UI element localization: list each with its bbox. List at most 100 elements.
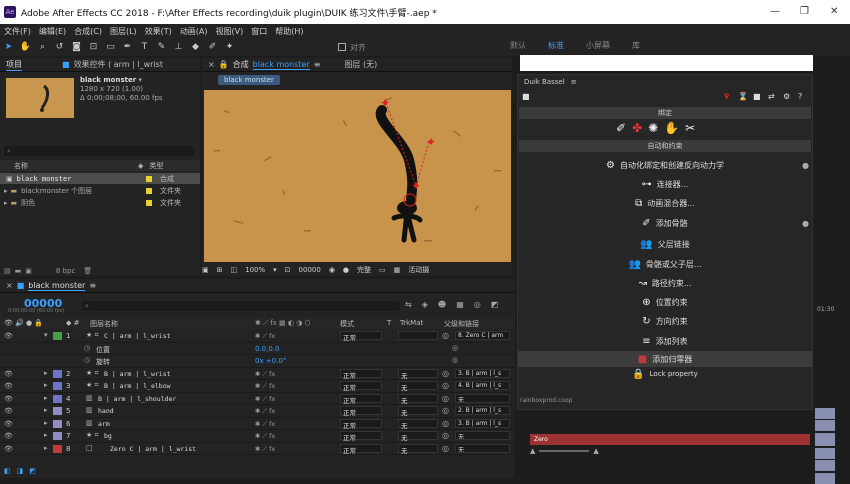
property-value[interactable]: 0x +0.0° — [255, 357, 286, 365]
zoom-track[interactable] — [539, 450, 590, 452]
pickwhip-icon[interactable]: ◎ — [442, 381, 449, 390]
tab-project[interactable]: 项目 — [6, 59, 22, 71]
expand-arrow-icon[interactable]: ▸ — [44, 381, 48, 389]
col-parent[interactable]: 父级和链接 — [444, 319, 479, 329]
label-color-chip[interactable] — [53, 419, 62, 428]
rotate-tool-icon[interactable]: ↺ — [53, 41, 66, 54]
mode-select[interactable]: 正常 — [340, 381, 382, 392]
viewer-timecode[interactable]: 00000 — [299, 266, 321, 274]
project-item[interactable]: ▸ ▬ 阴色 文件夹 — [0, 197, 200, 208]
eraser-tool-icon[interactable]: ◆ — [189, 41, 202, 54]
layer-row[interactable]: 👁 ▸ 7 ★ ⌗ bg ✱ ⟋ fx 正常 无 ◎ 无 — [0, 430, 515, 443]
roi-icon[interactable]: ▭ — [379, 266, 386, 274]
menu-help[interactable]: 帮助(H) — [275, 26, 303, 37]
tab-effect-controls[interactable]: 效果控件 ( arm | l_wrist — [74, 59, 163, 70]
expand-arrow-icon[interactable]: ▾ — [44, 331, 48, 339]
hand-tool-icon[interactable]: ✋ — [19, 41, 32, 54]
new-folder-icon[interactable]: ▬ — [15, 267, 22, 275]
close-tab-icon[interactable]: × — [208, 60, 215, 69]
layer-duration-bar[interactable] — [815, 407, 835, 419]
toggle-switches-icon[interactable]: ◧ — [4, 467, 11, 475]
mode-select[interactable]: 正常 — [340, 331, 382, 342]
project-item[interactable]: ▸ ▬ blackmonster 个图层 文件夹 — [0, 185, 200, 196]
menu-animation[interactable]: 动画(A) — [180, 26, 208, 37]
visibility-icon[interactable]: 👁 — [4, 332, 13, 340]
motion-blur-icon[interactable]: ◎ — [474, 300, 481, 309]
comp-flowchart-icon[interactable]: ⇆ — [405, 300, 412, 309]
duik-help-icon[interactable]: ? — [798, 92, 802, 101]
panel-menu-icon[interactable]: ≡ — [571, 78, 577, 86]
minimize-icon[interactable]: — — [770, 6, 780, 17]
duik-square-icon[interactable]: ■ — [522, 92, 530, 101]
trkmat-select[interactable] — [398, 331, 438, 340]
mode-select[interactable]: 正常 — [340, 393, 382, 405]
label-color-chip[interactable] — [53, 382, 62, 390]
duik-links-icon[interactable]: ✤ — [632, 121, 642, 135]
dropdown-icon[interactable]: ▾ — [273, 266, 277, 274]
layer-row[interactable]: 👁 ▸ 5 ▥ hand ✱ ⟋ fx 正常 无 ◎ 2. B | arm | l_s — [0, 405, 515, 418]
trkmat-select[interactable]: 无 — [398, 368, 438, 380]
panel-menu-icon[interactable]: ≡ — [89, 281, 96, 290]
col-trkmat[interactable]: TrkMat — [400, 319, 423, 327]
pan-behind-tool-icon[interactable]: ⊡ — [87, 41, 100, 54]
pickwhip-icon[interactable]: ◎ — [442, 444, 449, 453]
snapshot-icon[interactable]: ◉ — [329, 266, 335, 274]
expand-arrow-icon[interactable]: ▸ — [44, 369, 48, 377]
pen-tool-icon[interactable]: ✒ — [121, 41, 134, 54]
visibility-icon[interactable]: 👁 — [4, 432, 13, 440]
duik-item[interactable]: ■ 添加归零器 — [518, 351, 812, 367]
roto-brush-tool-icon[interactable]: ✐ — [206, 41, 219, 54]
visibility-icon[interactable]: 👁 — [4, 420, 13, 428]
mask-icon[interactable]: ◫ — [231, 266, 238, 274]
duik-hand-icon[interactable]: ✋ — [664, 121, 679, 135]
layer-name[interactable]: bg — [104, 432, 112, 440]
expand-arrow-icon[interactable]: ▸ — [44, 394, 48, 402]
puppet-tool-icon[interactable]: ✦ — [223, 41, 236, 54]
layer-duration-bar[interactable] — [815, 420, 835, 431]
zero-layer-bar[interactable]: Zero — [530, 434, 810, 445]
parent-select[interactable]: 无 — [455, 443, 510, 453]
snap-checkbox[interactable] — [338, 43, 346, 51]
new-comp-icon[interactable]: ▣ — [25, 267, 32, 275]
menu-composition[interactable]: 合成(C) — [74, 26, 102, 37]
trkmat-select[interactable]: 无 — [398, 393, 438, 405]
menu-view[interactable]: 视图(V) — [216, 26, 244, 37]
layer-row[interactable]: 👁 ▸ 2 ★ ⌗ B | arm | l_wrist ✱ ⟋ fx 正常 无 ◎ 3. B | … — [0, 368, 515, 380]
property-row[interactable]: ◷ 旋转 0x +0.0° ◎ — [0, 355, 515, 368]
duik-item[interactable]: 👥 骨骼或父子层... — [518, 256, 812, 272]
menu-window[interactable]: 窗口 — [251, 26, 267, 37]
property-row[interactable]: ◷ 位置 0.0,0.0 ◎ — [0, 343, 515, 355]
menu-edit[interactable]: 编辑(E) — [39, 26, 66, 37]
duik-item[interactable]: 👥 父层链接 — [518, 236, 812, 252]
layer-name[interactable]: B | arm | l_elbow — [104, 382, 171, 390]
project-search-input[interactable]: ⌕ — [4, 146, 194, 156]
visibility-icon[interactable]: 👁 — [4, 395, 13, 403]
parent-select[interactable]: 无 — [455, 431, 510, 440]
layer-duration-bar[interactable] — [815, 447, 835, 459]
camera-tool-icon[interactable]: ◙ — [70, 41, 83, 54]
expand-arrow-icon[interactable]: ▸ — [44, 444, 48, 452]
duik-item[interactable]: ⊕ 位置约束 — [518, 294, 812, 310]
pickwhip-icon[interactable]: ◎ — [442, 406, 449, 415]
shy-icon[interactable]: ☻ — [438, 300, 446, 309]
duik-swap-icon[interactable]: ⇄ — [768, 92, 775, 101]
options-dot-icon[interactable]: ● — [802, 219, 809, 228]
duik-item[interactable]: ⧉ 动画混合器... — [518, 195, 812, 211]
camera-select[interactable]: 活动摄 — [408, 265, 429, 275]
zoom-select[interactable]: 100% — [245, 266, 265, 274]
trkmat-select[interactable]: 无 — [398, 431, 438, 442]
label-color-chip[interactable] — [53, 407, 62, 415]
always-preview-icon[interactable]: ▣ — [202, 266, 209, 274]
stopwatch-icon[interactable]: ◷ — [84, 356, 90, 364]
parent-select[interactable]: 3. B | arm | l_s — [455, 418, 510, 428]
maximize-icon[interactable]: ❐ — [800, 6, 809, 17]
workspace-small-screen[interactable]: 小屏幕 — [586, 40, 610, 51]
menu-layer[interactable]: 图层(L) — [110, 26, 137, 37]
transparency-icon[interactable]: ▦ — [394, 266, 401, 274]
duik-item[interactable]: ✐ 添加骨骼 ● — [518, 215, 812, 231]
mode-select[interactable]: 正常 — [340, 368, 382, 380]
col-name[interactable]: 名称 — [14, 161, 28, 171]
tab-layer[interactable]: 图层 (无) — [344, 59, 377, 70]
duik-hourglass-icon[interactable]: ⌛ — [738, 92, 748, 101]
expand-arrow-icon[interactable]: ▸ — [4, 199, 8, 207]
